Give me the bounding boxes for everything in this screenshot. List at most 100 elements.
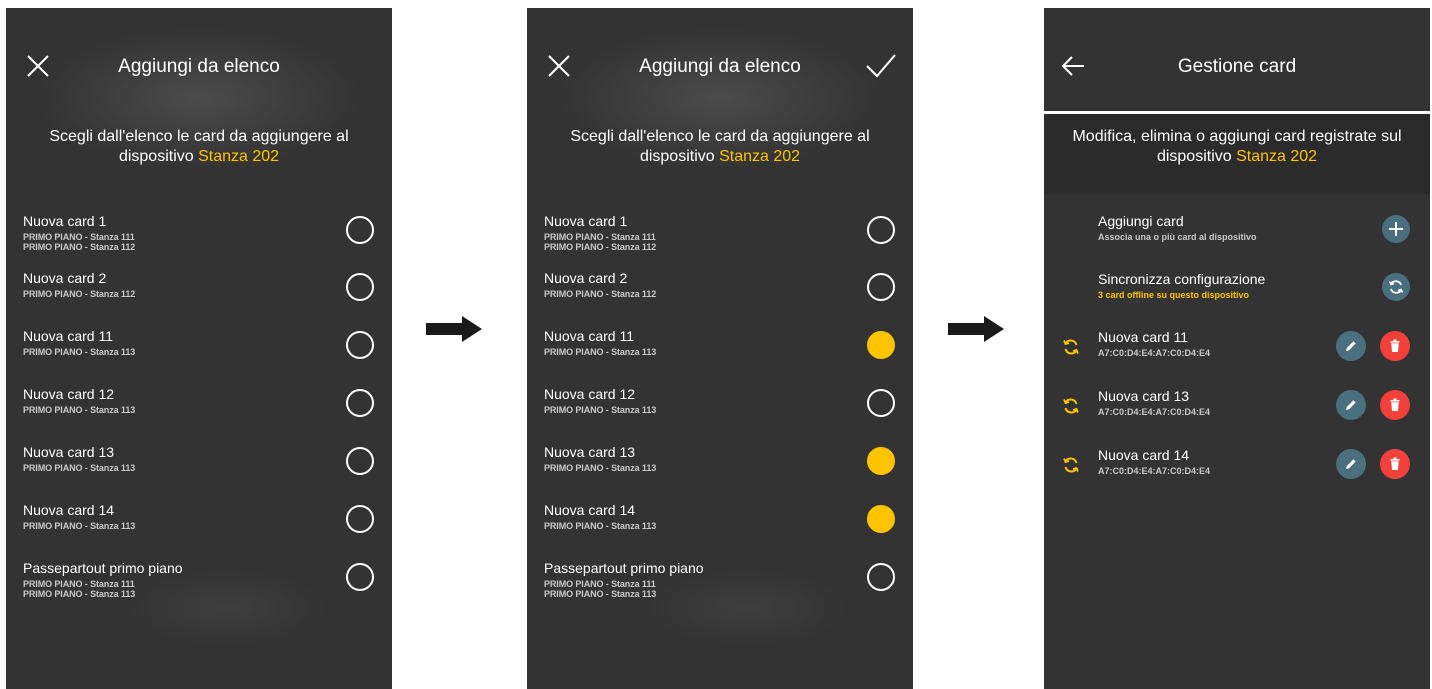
card-list-item[interactable]: Nuova card 1 PRIMO PIANO - Stanza 111 PRIM… — [544, 213, 895, 269]
screen-add-from-list-selected: Aggiungi da elenco Scegli dall'elenco le… — [527, 8, 913, 689]
card-name: Nuova card 2 — [544, 270, 628, 286]
sync-pending-icon — [1062, 456, 1080, 474]
pencil-icon[interactable] — [1336, 331, 1366, 361]
card-location: PRIMO PIANO - Stanza 111 — [544, 232, 656, 242]
card-list-item[interactable]: Nuova card 13 PRIMO PIANO - Stanza 113 — [23, 444, 374, 500]
card-location: PRIMO PIANO - Stanza 112 — [544, 289, 657, 299]
card-location: PRIMO PIANO - Stanza 113 — [23, 589, 136, 599]
card-location: PRIMO PIANO - Stanza 113 — [23, 463, 136, 473]
card-location: PRIMO PIANO - Stanza 113 — [544, 521, 657, 531]
offline-warning: 3 card offline su questo dispositivo — [1098, 290, 1250, 300]
trash-icon[interactable] — [1380, 390, 1410, 420]
card-list-item[interactable]: Nuova card 11 PRIMO PIANO - Stanza 113 — [23, 328, 374, 384]
header: Aggiungi da elenco — [527, 8, 913, 78]
checkmark-icon[interactable] — [865, 52, 897, 80]
radio-unselected[interactable] — [867, 273, 895, 301]
plus-icon[interactable] — [1382, 215, 1410, 243]
card-location: PRIMO PIANO - Stanza 112 — [23, 289, 136, 299]
radio-selected[interactable] — [867, 505, 895, 533]
card-name: Nuova card 11 — [1098, 329, 1189, 345]
card-location: PRIMO PIANO - Stanza 113 — [23, 405, 136, 415]
card-mac: A7:C0:D4:E4:A7:C0:D4:E4 — [1098, 407, 1211, 417]
card-name: Nuova card 13 — [544, 444, 636, 460]
registered-card-row: Nuova card 11 A7:C0:D4:E4:A7:C0:D4:E4 — [1062, 329, 1410, 369]
card-name: Nuova card 13 — [23, 444, 115, 460]
radio-unselected[interactable] — [346, 563, 374, 591]
card-location: PRIMO PIANO - Stanza 113 — [544, 347, 657, 357]
card-list-item[interactable]: Nuova card 13 PRIMO PIANO - Stanza 113 — [544, 444, 895, 500]
pencil-icon[interactable] — [1336, 449, 1366, 479]
screen-card-management: Gestione card Modifica, elimina o aggiun… — [1044, 8, 1430, 689]
action-label: Sincronizza configurazione — [1098, 271, 1266, 287]
radio-unselected[interactable] — [346, 216, 374, 244]
sync-configuration-action[interactable]: Sincronizza configurazione 3 card offlin… — [1098, 271, 1410, 311]
add-card-action[interactable]: Aggiungi card Associa una o più card al … — [1098, 213, 1410, 253]
card-name: Nuova card 12 — [23, 386, 115, 402]
radio-unselected[interactable] — [867, 389, 895, 417]
card-name: Nuova card 1 — [23, 213, 107, 229]
instructions: Scegli dall'elenco le card da aggiungere… — [49, 128, 349, 165]
card-location: PRIMO PIANO - Stanza 113 — [23, 347, 136, 357]
device-name: Stanza 202 — [198, 148, 280, 165]
radio-unselected[interactable] — [867, 216, 895, 244]
sync-pending-icon — [1062, 397, 1080, 415]
radio-unselected[interactable] — [346, 505, 374, 533]
device-name: Stanza 202 — [1236, 148, 1318, 165]
radio-unselected[interactable] — [867, 563, 895, 591]
card-list-item[interactable]: Nuova card 14 PRIMO PIANO - Stanza 113 — [544, 502, 895, 558]
card-name: Nuova card 14 — [1098, 447, 1190, 463]
arrow-right-icon — [948, 316, 1004, 342]
card-mac: A7:C0:D4:E4:A7:C0:D4:E4 — [1098, 348, 1211, 358]
registered-card-row: Nuova card 14 A7:C0:D4:E4:A7:C0:D4:E4 — [1062, 447, 1410, 487]
radio-unselected[interactable] — [346, 331, 374, 359]
pencil-icon[interactable] — [1336, 390, 1366, 420]
radio-selected[interactable] — [867, 331, 895, 359]
device-name: Stanza 202 — [719, 148, 801, 165]
header: Aggiungi da elenco — [6, 8, 392, 77]
action-label: Aggiungi card — [1098, 213, 1184, 229]
card-name: Passepartout primo piano — [23, 560, 183, 576]
card-location: PRIMO PIANO - Stanza 113 — [544, 463, 657, 473]
instructions: Modifica, elimina o aggiungi card regist… — [1072, 128, 1402, 165]
card-location: PRIMO PIANO - Stanza 111 — [23, 232, 135, 242]
radio-unselected[interactable] — [346, 273, 374, 301]
card-list-item[interactable]: Passepartout primo piano PRIMO PIANO - St… — [544, 560, 895, 616]
instructions: Scegli dall'elenco le card da aggiungere… — [570, 128, 870, 165]
trash-icon[interactable] — [1380, 331, 1410, 361]
card-name: Passepartout primo piano — [544, 560, 704, 576]
card-name: Nuova card 12 — [544, 386, 636, 402]
card-list-item[interactable]: Nuova card 12 PRIMO PIANO - Stanza 113 — [23, 386, 374, 442]
card-list-item[interactable]: Nuova card 12 PRIMO PIANO - Stanza 113 — [544, 386, 895, 442]
card-list-item[interactable]: Nuova card 14 PRIMO PIANO - Stanza 113 — [23, 502, 374, 558]
registered-card-row: Nuova card 13 A7:C0:D4:E4:A7:C0:D4:E4 — [1062, 388, 1410, 428]
card-location: PRIMO PIANO - Stanza 113 — [23, 521, 136, 531]
header: Gestione card — [1044, 8, 1430, 77]
sync-icon[interactable] — [1382, 273, 1410, 301]
card-list-item[interactable]: Nuova card 11 PRIMO PIANO - Stanza 113 — [544, 328, 895, 384]
card-name: Nuova card 14 — [544, 502, 636, 518]
card-location: PRIMO PIANO - Stanza 112 — [23, 242, 136, 252]
screen-add-from-list: Aggiungi da elenco Scegli dall'elenco le… — [6, 8, 392, 689]
sync-pending-icon — [1062, 338, 1080, 356]
page-title: Aggiungi da elenco — [118, 56, 280, 77]
card-mac: A7:C0:D4:E4:A7:C0:D4:E4 — [1098, 466, 1211, 476]
card-location: PRIMO PIANO - Stanza 113 — [544, 405, 657, 415]
arrow-right-icon — [426, 316, 482, 342]
card-list-item[interactable]: Nuova card 2 PRIMO PIANO - Stanza 112 — [544, 270, 895, 326]
page-title: Gestione card — [1177, 56, 1297, 77]
radio-selected[interactable] — [867, 447, 895, 475]
card-name: Nuova card 11 — [23, 328, 114, 344]
card-location: PRIMO PIANO - Stanza 112 — [544, 242, 657, 252]
card-list-item[interactable]: Nuova card 1 PRIMO PIANO - Stanza 111 PRIM… — [23, 213, 374, 269]
card-name: Nuova card 11 — [544, 328, 635, 344]
radio-unselected[interactable] — [346, 389, 374, 417]
card-list-item[interactable]: Nuova card 2 PRIMO PIANO - Stanza 112 — [23, 270, 374, 326]
action-description: Associa una o più card al dispositivo — [1098, 232, 1257, 242]
card-name: Nuova card 2 — [23, 270, 107, 286]
card-location: PRIMO PIANO - Stanza 111 — [544, 579, 656, 589]
radio-unselected[interactable] — [346, 447, 374, 475]
trash-icon[interactable] — [1380, 449, 1410, 479]
card-list-item[interactable]: Passepartout primo piano PRIMO PIANO - St… — [23, 560, 374, 616]
card-name: Nuova card 1 — [544, 213, 628, 229]
card-location: PRIMO PIANO - Stanza 111 — [23, 579, 135, 589]
